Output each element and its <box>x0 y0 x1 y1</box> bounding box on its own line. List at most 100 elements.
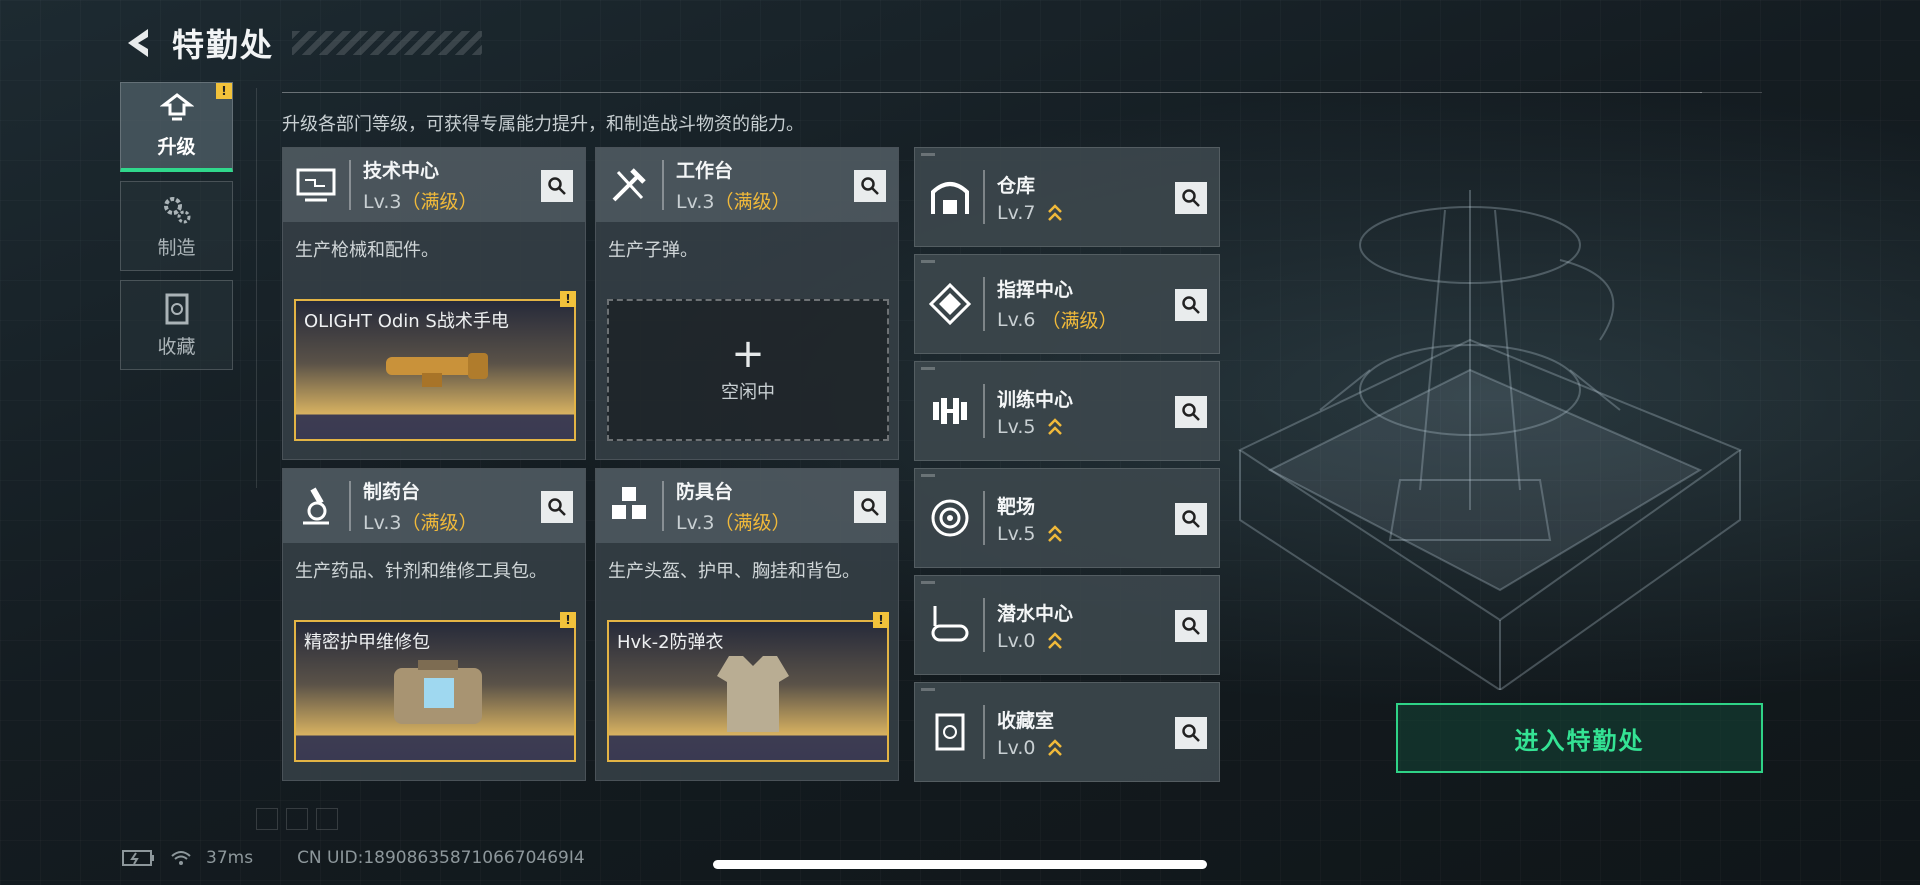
dept-name: 工作台 <box>676 160 734 182</box>
dept-description: 生产枪械和配件。 <box>295 240 439 261</box>
facility-level: Lv.7 <box>997 202 1063 224</box>
facility-collection-room[interactable]: 收藏室 Lv.0 <box>914 682 1220 782</box>
alert-badge: ! <box>560 612 576 628</box>
dept-description: 生产子弹。 <box>608 240 698 261</box>
page-description: 升级各部门等级，可获得专属能力提升，和制造战斗物资的能力。 <box>282 114 804 135</box>
nav-craft-label: 制造 <box>157 236 196 259</box>
facility-level: Lv.6 （满级） <box>997 308 1118 333</box>
building-illustration <box>1237 190 1743 690</box>
facility-level: Lv.5 <box>997 416 1073 438</box>
separator <box>983 598 985 652</box>
plus-icon: + <box>731 331 765 377</box>
search-icon <box>861 498 879 516</box>
facility-name: 潜水中心 <box>997 602 1074 625</box>
microscope-icon <box>293 483 339 529</box>
alert-badge: ! <box>873 612 889 628</box>
inspect-button[interactable] <box>1175 182 1207 214</box>
header: 特勤处 <box>120 18 483 68</box>
command-icon <box>927 281 973 327</box>
product-slot[interactable]: OLIGHT Odin S战术手电 ! <box>294 291 576 441</box>
facility-name: 收藏室 <box>997 709 1055 732</box>
flashlight-icon <box>386 353 488 387</box>
dept-name: 制药台 <box>363 481 421 503</box>
inspect-button[interactable] <box>854 170 886 202</box>
card-header: 工作台 Lv.3（满级） <box>596 148 898 222</box>
separator <box>662 481 664 531</box>
dept-card-workbench[interactable]: 工作台 Lv.3（满级） 生产子弹。 + 空闲中 <box>595 147 899 460</box>
dept-card-armor-bench[interactable]: 防具台 Lv.3（满级） 生产头盔、护甲、胸挂和背包。 Hvk-2防弹衣 ! <box>595 468 899 781</box>
product-name: 精密护甲维修包 <box>304 632 430 653</box>
inspect-button[interactable] <box>541 170 573 202</box>
upgrade-icon <box>159 93 194 121</box>
dumbbell-icon <box>927 388 973 434</box>
inspect-button[interactable] <box>854 491 886 523</box>
back-button[interactable] <box>120 23 160 63</box>
enter-button[interactable]: 进入特勤处 <box>1396 703 1763 773</box>
alert-badge: ! <box>216 83 232 99</box>
dept-card-pharmacy[interactable]: 制药台 Lv.3（满级） 生产药品、针剂和维修工具包。 精密护甲维修包 ! <box>282 468 586 781</box>
nav-collection[interactable]: 收藏 <box>120 280 233 370</box>
search-icon <box>548 177 566 195</box>
separator <box>983 277 985 331</box>
nav-collection-label: 收藏 <box>157 335 196 358</box>
facility-name: 指挥中心 <box>997 279 1074 301</box>
goggles-icon <box>927 602 973 648</box>
inspect-button[interactable] <box>1175 396 1207 428</box>
dept-level: Lv.3（满级） <box>363 512 478 534</box>
status-bar: 37ms CN UID:1890863587106670469I4 <box>122 848 585 868</box>
product-name: OLIGHT Odin S战术手电 <box>304 311 509 332</box>
search-icon <box>1182 296 1200 314</box>
ping-value: 37ms <box>206 848 254 868</box>
target-icon <box>927 495 973 541</box>
facility-training-center[interactable]: 训练中心 Lv.5 <box>914 361 1220 461</box>
product-slot[interactable]: 精密护甲维修包 ! <box>294 612 576 762</box>
facility-warehouse[interactable]: 仓库 Lv.7 <box>914 147 1220 247</box>
monitor-icon <box>293 162 339 208</box>
search-icon <box>548 498 566 516</box>
product-name: Hvk-2防弹衣 <box>617 632 724 653</box>
inspect-button[interactable] <box>1175 289 1207 321</box>
top-divider-end <box>1700 92 1762 93</box>
facility-level: Lv.0 <box>997 630 1073 652</box>
dept-name: 技术中心 <box>363 160 440 182</box>
dept-level: Lv.3（满级） <box>676 191 791 213</box>
inspect-button[interactable] <box>1175 717 1207 749</box>
inspect-button[interactable] <box>541 491 573 523</box>
inspect-button[interactable] <box>1175 503 1207 535</box>
collection-icon <box>165 293 188 324</box>
separator <box>983 705 985 759</box>
search-icon <box>1182 724 1200 742</box>
corner-tag <box>921 688 935 691</box>
facility-shooting-range[interactable]: 靶场 Lv.5 <box>914 468 1220 568</box>
separator <box>349 160 351 210</box>
facility-diving-center[interactable]: 潜水中心 Lv.0 <box>914 575 1220 675</box>
home-indicator[interactable] <box>713 860 1207 869</box>
empty-slot[interactable]: + 空闲中 <box>607 299 889 441</box>
product-slot[interactable]: Hvk-2防弹衣 ! <box>607 612 889 762</box>
empty-label: 空闲中 <box>721 382 775 403</box>
repair-kit-icon <box>394 660 482 724</box>
nav-upgrade[interactable]: ! 升级 <box>120 82 233 172</box>
search-icon <box>861 177 879 195</box>
footer-icons <box>256 808 338 830</box>
upgrade-chevron-icon <box>1048 203 1063 221</box>
inspect-button[interactable] <box>1175 610 1207 642</box>
facility-level: Lv.0 <box>997 737 1063 759</box>
nav-craft[interactable]: 制造 <box>120 181 233 271</box>
gears-icon <box>163 196 190 223</box>
facility-command-center[interactable]: 指挥中心 Lv.6 （满级） <box>914 254 1220 354</box>
separator <box>983 384 985 438</box>
body-armor-icon <box>717 656 789 732</box>
dept-description: 生产头盔、护甲、胸挂和背包。 <box>608 561 860 582</box>
battery-icon <box>122 850 154 866</box>
search-icon <box>1182 189 1200 207</box>
upgrade-chevron-icon <box>1048 417 1063 435</box>
page-title: 特勤处 <box>172 26 275 64</box>
facility-name: 训练中心 <box>997 388 1074 411</box>
back-arrow-icon <box>128 29 148 57</box>
footer-square-icon <box>316 808 338 830</box>
search-icon <box>1182 510 1200 528</box>
wifi-icon <box>171 851 191 865</box>
dept-card-tech-center[interactable]: 技术中心 Lv.3（满级） 生产枪械和配件。 OLIGHT Odin S战术手电… <box>282 147 586 460</box>
search-icon <box>1182 617 1200 635</box>
